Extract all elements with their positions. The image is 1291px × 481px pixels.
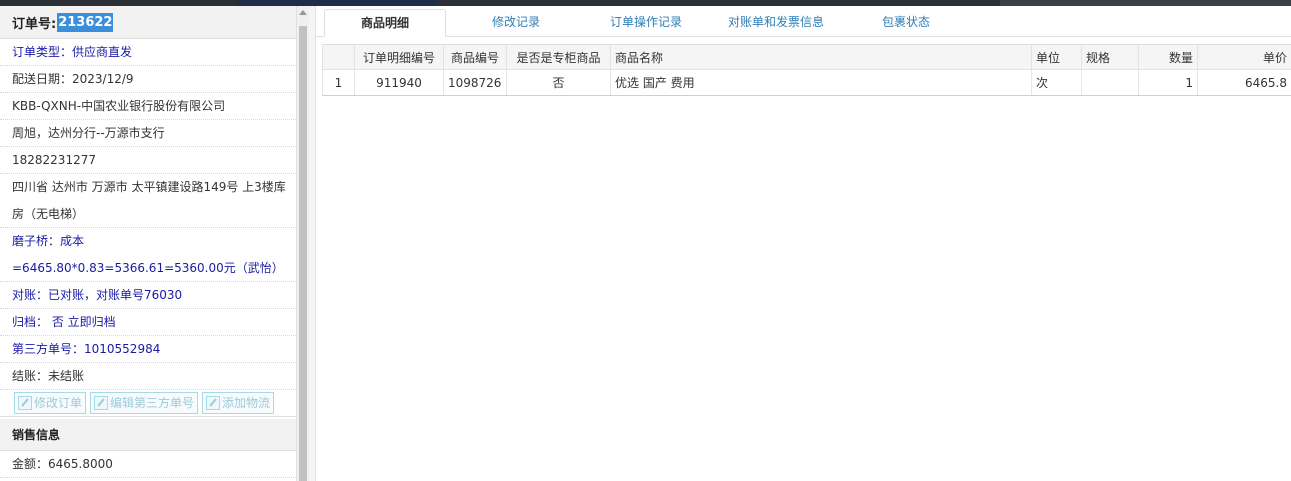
cell-unit-price: 6465.8	[1197, 69, 1291, 96]
tab-bar: 商品明细 修改记录 订单操作记录 对账单和发票信息 包裹状态	[316, 6, 1291, 37]
tab-package-status[interactable]: 包裹状态	[856, 9, 956, 37]
cell-detail-no: 911940	[354, 69, 444, 96]
col-header-unit-price[interactable]: 单价	[1197, 44, 1291, 70]
cell-index: 1	[322, 69, 355, 96]
scroll-up-arrow-icon[interactable]	[299, 10, 307, 15]
delivery-date: 配送日期：2023/12/9	[0, 66, 296, 93]
settlement-status: 结账：未结账	[0, 363, 296, 390]
tab-product-details[interactable]: 商品明细	[324, 9, 446, 37]
order-number[interactable]: 213622	[57, 12, 114, 32]
edit-icon	[206, 396, 221, 410]
tab-change-log[interactable]: 修改记录	[466, 9, 566, 37]
tab-statement-invoice[interactable]: 对账单和发票信息	[716, 9, 836, 37]
edit-order-button[interactable]: 修改订单	[14, 392, 87, 414]
tab-order-operation-log[interactable]: 订单操作记录	[586, 9, 706, 37]
detail-panel: 商品明细 修改记录 订单操作记录 对账单和发票信息 包裹状态 订单明细编号 商品…	[316, 6, 1291, 481]
third-party-number: 第三方单号：1010552984	[0, 336, 296, 363]
col-header-index	[322, 44, 355, 70]
order-number-label: 订单号:	[12, 16, 57, 32]
edit-icon	[94, 396, 109, 410]
order-type: 订单类型：供应商直发	[0, 39, 296, 66]
col-header-spec[interactable]: 规格	[1081, 44, 1139, 70]
add-logistics-button[interactable]: 添加物流	[202, 392, 275, 414]
order-action-bar: 修改订单 编辑第三方单号 添加物流	[0, 390, 296, 417]
cost-note: 磨子桥：成本=6465.80*0.83=5366.61=5360.00元（武怡）	[0, 228, 296, 282]
add-logistics-label: 添加物流	[222, 396, 271, 410]
scrollbar-thumb[interactable]	[299, 26, 307, 481]
cell-is-counter: 否	[506, 69, 611, 96]
left-panel-scrollbar[interactable]	[296, 6, 309, 481]
cell-product-no-link[interactable]: 1098726	[443, 69, 507, 96]
edit-third-party-label: 编辑第三方单号	[110, 396, 195, 410]
table-row[interactable]: 1 911940 1098726 否 优选 国产 费用 次 1 6465.8	[322, 69, 1291, 96]
cell-product-name-link[interactable]: 优选 国产 费用	[610, 69, 1032, 96]
customer-company: KBB-QXNH-中国农业银行股份有限公司	[0, 93, 296, 120]
edit-order-label: 修改订单	[34, 396, 83, 410]
contact-phone: 18282231277	[0, 147, 296, 174]
col-header-quantity[interactable]: 数量	[1138, 44, 1198, 70]
order-header: 订单号: 213622	[0, 6, 296, 39]
cell-unit: 次	[1031, 69, 1082, 96]
edit-third-party-button[interactable]: 编辑第三方单号	[90, 392, 199, 414]
sales-amount: 金额：6465.8000	[0, 451, 296, 478]
delivery-address: 四川省 达州市 万源市 太平镇建设路149号 上3楼库房（无电梯）	[0, 174, 296, 228]
table-header-row: 订单明细编号 商品编号 是否是专柜商品 商品名称 单位 规格 数量 单价	[322, 44, 1291, 70]
archive-status[interactable]: 归档： 否 立即归档	[0, 309, 296, 336]
col-header-detail-no[interactable]: 订单明细编号	[354, 44, 444, 70]
edit-icon	[18, 396, 32, 410]
order-info-panel: 订单号: 213622 订单类型：供应商直发 配送日期：2023/12/9 KB…	[0, 6, 296, 481]
sales-info-header: 销售信息	[0, 419, 296, 451]
panel-divider[interactable]	[309, 6, 316, 481]
product-detail-table: 订单明细编号 商品编号 是否是专柜商品 商品名称 单位 规格 数量 单价 1 9…	[322, 44, 1291, 96]
cell-spec	[1081, 69, 1139, 96]
col-header-product-no[interactable]: 商品编号	[443, 44, 507, 70]
col-header-unit[interactable]: 单位	[1031, 44, 1082, 70]
col-header-is-counter[interactable]: 是否是专柜商品	[506, 44, 611, 70]
reconciliation-status: 对账：已对账，对账单号76030	[0, 282, 296, 309]
cell-quantity: 1	[1138, 69, 1198, 96]
contact-branch: 周旭，达州分行--万源市支行	[0, 120, 296, 147]
col-header-product-name[interactable]: 商品名称	[610, 44, 1032, 70]
